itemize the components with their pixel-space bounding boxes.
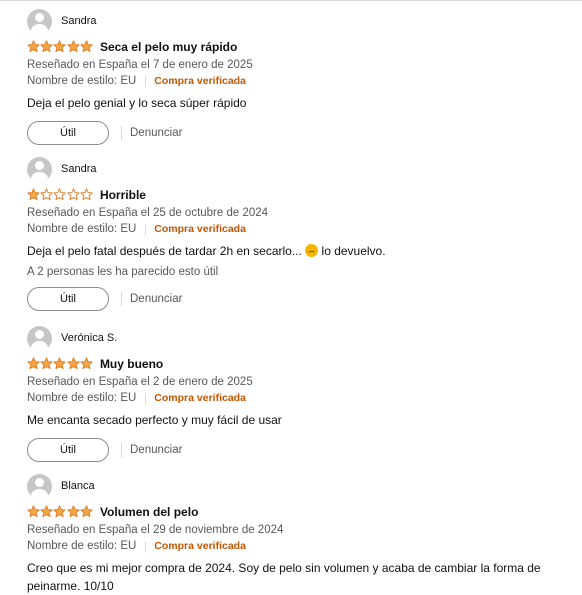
reviewer-name: Blanca [61,480,95,492]
review-date: Reseñado en España el 2 de enero de 2025 [27,376,253,388]
star-filled-icon [66,39,80,52]
review-title[interactable]: Volumen del pelo [100,505,198,519]
star-filled-icon [80,39,93,52]
divider [145,392,147,404]
star-empty-icon [80,187,93,200]
avatar-icon [27,8,52,34]
reviewer-profile[interactable]: Sandra [27,156,577,182]
avatar-icon [27,325,52,351]
star-rating[interactable] [27,39,93,54]
review-title[interactable]: Muy bueno [100,357,163,371]
star-filled-icon [27,504,40,517]
star-filled-icon [66,356,80,369]
review-title[interactable]: Horrible [100,188,146,202]
star-filled-icon [27,187,40,200]
star-filled-icon [80,356,93,369]
star-empty-icon [53,187,67,200]
star-filled-icon [53,39,67,52]
review-1: Sandra Seca el pelo muy rápido Reseñado … [27,8,577,145]
star-rating[interactable] [27,356,93,371]
helpful-button[interactable]: Útil [27,438,109,462]
style-name: Nombre de estilo: EU [27,223,137,235]
reviewer-profile[interactable]: Blanca [27,473,577,499]
divider [121,126,122,140]
star-empty-icon [66,187,80,200]
star-empty-icon [40,187,53,200]
star-filled-icon [66,504,80,517]
style-name: Nombre de estilo: EU [27,392,137,404]
star-filled-icon [27,356,40,369]
divider [145,540,147,552]
review-body: Creo que es mi mejor compra de 2024. Soy… [27,561,541,593]
star-filled-icon [40,39,53,52]
helpful-button[interactable]: Útil [27,121,109,145]
verified-purchase-badge: Compra verificada [154,392,246,404]
star-filled-icon [40,504,53,517]
star-rating[interactable] [27,187,93,202]
review-title[interactable]: Seca el pelo muy rápido [100,40,237,54]
reviewer-name: Sandra [61,15,97,27]
review-body-end: lo devuelvo. [318,244,386,258]
star-rating[interactable] [27,504,93,519]
divider [121,443,122,457]
review-date: Reseñado en España el 7 de enero de 2025 [27,59,253,71]
review-date: Reseñado en España el 29 de noviembre de… [27,524,284,536]
star-filled-icon [80,504,93,517]
divider [145,223,147,235]
top-divider [0,0,582,1]
avatar-icon [27,156,52,182]
review-body: Me encanta secado perfecto y muy fácil d… [27,413,282,427]
report-link[interactable]: Denunciar [130,293,182,305]
reviewer-profile[interactable]: Sandra [27,8,577,34]
verified-purchase-badge: Compra verificada [154,223,246,235]
verified-purchase-badge: Compra verificada [154,75,246,87]
review-4: Blanca Volumen del pelo Reseñado en Espa… [27,473,577,595]
divider [145,75,147,87]
review-2: Sandra Horrible Reseñado en España el 25… [27,156,577,311]
reviewer-name: Sandra [61,163,97,175]
avatar-icon [27,473,52,499]
star-filled-icon [40,356,53,369]
review-date: Reseñado en España el 25 de octubre de 2… [27,207,269,219]
confused-face-emoji [305,244,319,257]
star-filled-icon [53,356,67,369]
review-body-start: Deja el pelo fatal después de tardar 2h … [27,244,306,258]
divider [121,292,122,306]
style-name: Nombre de estilo: EU [27,540,137,552]
helpful-count: A 2 personas les ha parecido esto útil [27,266,219,278]
star-filled-icon [27,39,40,52]
review-3: Verónica S. Muy bueno Reseñado en España… [27,325,577,462]
report-link[interactable]: Denunciar [130,127,182,139]
star-filled-icon [53,504,67,517]
review-body: Deja el pelo genial y lo seca súper rápi… [27,96,247,110]
reviewer-name: Verónica S. [61,332,118,344]
style-name: Nombre de estilo: EU [27,75,137,87]
reviewer-profile[interactable]: Verónica S. [27,325,577,351]
verified-purchase-badge: Compra verificada [154,540,246,552]
review-body: Deja el pelo fatal después de tardar 2h … [27,242,577,260]
helpful-button[interactable]: Útil [27,287,109,311]
report-link[interactable]: Denunciar [130,444,182,456]
